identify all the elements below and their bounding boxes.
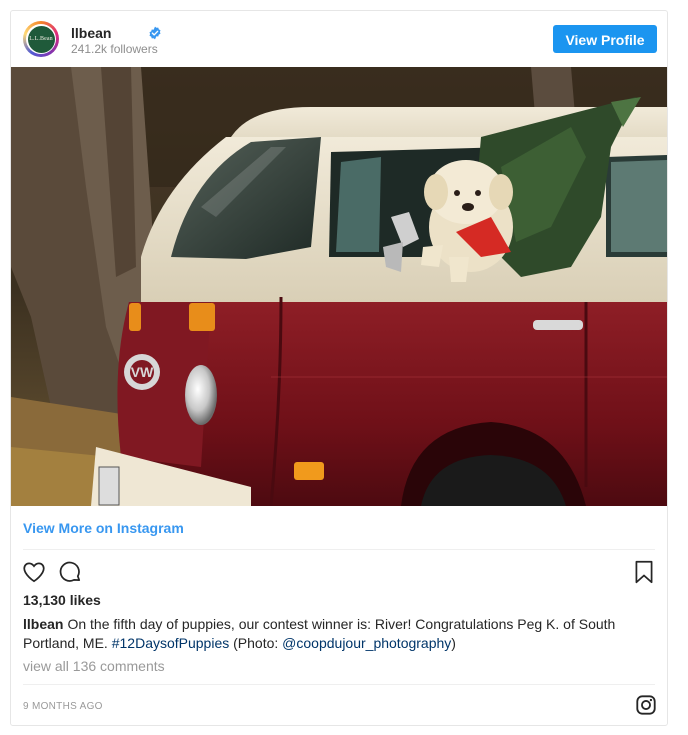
view-more-link[interactable]: View More on Instagram [23,520,184,536]
instagram-embed-card: L.L.Bean llbean 241.2k followers View Pr… [10,10,668,726]
username[interactable]: llbean [71,25,111,41]
follower-count: 241.2k followers [71,42,158,56]
instagram-icon[interactable] [635,694,657,716]
like-count[interactable]: 13,130 likes [23,592,101,608]
divider [23,684,655,685]
post-timestamp[interactable]: 9 MONTHS AGO [23,701,103,712]
hashtag-link[interactable]: #12DaysofPuppies [112,635,230,651]
action-bar [11,559,667,589]
post-header: L.L.Bean llbean 241.2k followers View Pr… [11,11,667,67]
post-image[interactable]: VW [11,67,667,506]
heart-icon[interactable] [21,559,47,585]
avatar[interactable]: L.L.Bean [23,21,59,57]
post-image-illustration: VW [11,67,667,506]
avatar-ring: L.L.Bean [26,24,56,54]
llbean-logo: L.L.Bean [27,25,55,53]
view-comments-link[interactable]: view all 136 comments [23,658,165,674]
comment-icon[interactable] [57,559,83,585]
verified-badge-icon [149,26,161,40]
divider [23,549,655,550]
svg-text:VW: VW [131,364,154,380]
mention-link[interactable]: @coopdujour_photography [282,635,451,651]
caption-photo-prefix: (Photo: [233,635,279,651]
view-profile-button[interactable]: View Profile [553,25,657,53]
caption-username[interactable]: llbean [23,616,63,632]
post-caption: llbean On the fifth day of puppies, our c… [23,615,655,653]
bookmark-icon[interactable] [631,559,657,585]
caption-photo-suffix: ) [451,635,456,651]
